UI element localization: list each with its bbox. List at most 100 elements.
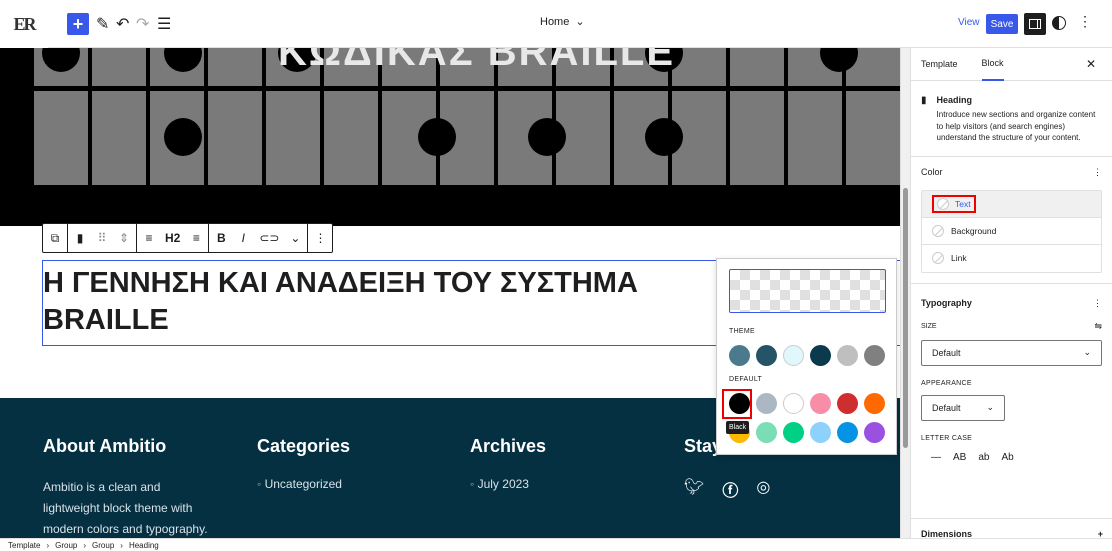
color-swatch[interactable] [783, 345, 804, 366]
color-swatch[interactable] [864, 345, 885, 366]
canvas-scrollbar[interactable] [900, 48, 910, 538]
braille-cell [208, 91, 262, 185]
theme-palette [729, 345, 885, 366]
color-swatch[interactable] [810, 422, 831, 443]
heading-level-button[interactable]: H2 [165, 231, 180, 245]
color-item-link[interactable]: Link [922, 245, 1101, 272]
close-icon[interactable]: ✕ [1086, 57, 1096, 71]
color-swatch[interactable] [756, 345, 777, 366]
braille-cell [34, 91, 88, 185]
instagram-icon[interactable]: ◎ [756, 477, 770, 501]
tab-template[interactable]: Template [921, 48, 958, 81]
dimensions-panel: Dimensions + [911, 518, 1112, 538]
color-swatch[interactable] [783, 393, 804, 414]
color-swatch[interactable] [837, 422, 858, 443]
case-uppercase-button[interactable]: AB [953, 452, 966, 463]
chevron-down-icon[interactable]: ⌄ [289, 231, 301, 245]
add-block-button[interactable]: + [67, 13, 89, 35]
save-button[interactable]: Save [986, 14, 1018, 34]
drag-handle-icon[interactable]: ⠿ [96, 231, 108, 245]
document-title[interactable]: Home ⌄ [540, 15, 585, 29]
styles-contrast-icon[interactable] [1052, 16, 1066, 30]
move-up-down-icon[interactable]: ⇕ [118, 231, 130, 245]
color-preview-swatch[interactable] [729, 269, 886, 313]
braille-cell [846, 91, 900, 185]
footer-about-text-1: Ambitio is a clean and [43, 480, 161, 494]
color-swatch[interactable] [783, 422, 804, 443]
bookmark-icon[interactable]: ▮ [74, 231, 86, 245]
appearance-select[interactable]: Default ⌄ [921, 394, 1005, 421]
block-options-icon[interactable]: ⋮ [314, 231, 326, 245]
case-none-button[interactable]: — [931, 452, 941, 463]
color-options-icon[interactable]: ⋮ [1093, 167, 1102, 178]
braille-cell [92, 48, 146, 86]
block-card: ▮ Heading Introduce new sections and org… [911, 81, 1112, 157]
text-align-icon[interactable]: ≡ [190, 231, 202, 245]
scrollbar-thumb[interactable] [903, 188, 908, 448]
color-item-link-label: Link [951, 253, 967, 263]
color-swatch[interactable] [837, 345, 858, 366]
align-icon[interactable]: ≡ [143, 231, 155, 245]
color-swatch[interactable] [729, 345, 750, 366]
color-swatch[interactable] [756, 393, 777, 414]
color-swatch[interactable] [810, 393, 831, 414]
breadcrumb: Template › Group › Group › Heading [0, 538, 1112, 551]
color-swatch[interactable] [810, 345, 831, 366]
default-palette-row-1 [729, 393, 885, 414]
color-item-background-label: Background [951, 225, 997, 236]
breadcrumb-item[interactable]: Group [92, 541, 114, 550]
braille-dot [164, 118, 202, 156]
footer-about-column: About Ambitio Ambitio is a clean and lig… [43, 436, 208, 538]
color-swatch[interactable] [864, 393, 885, 414]
text-color-popover: THEME DEFAULT Black [716, 258, 897, 455]
select-parent-icon[interactable]: ⧉ [49, 231, 61, 246]
tab-block[interactable]: Block [981, 48, 1004, 81]
color-swatch[interactable] [837, 393, 858, 414]
swatch-tooltip: Black [726, 421, 750, 434]
size-settings-icon[interactable]: ⇋ [1094, 321, 1102, 332]
case-capitalize-button[interactable]: Ab [1001, 452, 1013, 463]
breadcrumb-item[interactable]: Group [55, 541, 77, 550]
default-palette-label: DEFAULT [729, 376, 763, 383]
redo-icon[interactable]: ↷ [136, 12, 149, 36]
braille-cover-title: ΚΩΔΙΚΑΣ BRAILLE [278, 48, 676, 74]
bold-icon[interactable]: B [215, 231, 227, 245]
empty-swatch-icon [932, 224, 944, 237]
typography-options-icon[interactable]: ⋮ [1093, 298, 1102, 309]
facebook-icon[interactable]: ⓕ [722, 477, 738, 501]
highlight-box: Text [932, 194, 976, 213]
social-links: 🐦︎ ⓕ ◎ [684, 477, 797, 501]
color-item-background[interactable]: Background [922, 218, 1101, 245]
breadcrumb-item[interactable]: Template [8, 541, 40, 550]
chevron-right-icon: › [120, 540, 123, 550]
italic-icon[interactable]: I [237, 231, 249, 245]
braille-dot [418, 118, 456, 156]
color-item-text[interactable]: Text [922, 190, 1101, 218]
footer-archive-link[interactable]: July 2023 [470, 477, 546, 491]
site-logo[interactable]: ER [0, 0, 48, 48]
color-swatch[interactable] [756, 422, 777, 443]
undo-icon[interactable]: ↶ [116, 12, 129, 36]
footer-category-link[interactable]: Uncategorized [257, 477, 350, 491]
color-swatch[interactable] [864, 422, 885, 443]
tools-pencil-icon[interactable]: ✎ [96, 12, 109, 36]
case-lowercase-button[interactable]: ab [978, 452, 989, 463]
block-toolbar: ⧉ ▮ ⠿ ⇕ ≡ H2 ≡ B I ⊂⊃ ⌄ ⋮ [42, 223, 334, 253]
footer-archives-title: Archives [470, 436, 547, 456]
color-item-text-label: Text [955, 198, 971, 209]
add-dimension-icon[interactable]: + [1098, 529, 1103, 538]
chevron-down-icon: ⌄ [575, 16, 585, 28]
link-icon[interactable]: ⊂⊃ [259, 231, 279, 245]
chevron-right-icon: › [46, 540, 50, 550]
toolbar-group-format: B I ⊂⊃ ⌄ [209, 224, 309, 252]
view-button[interactable]: View [958, 17, 980, 28]
breadcrumb-item: Heading [128, 540, 159, 550]
list-view-icon[interactable]: ☰ [157, 12, 171, 36]
toolbar-group-parent: ⧉ [43, 224, 68, 252]
sidebar-icon [1029, 19, 1041, 29]
options-more-icon[interactable]: ⋮ [1078, 13, 1092, 30]
settings-panel-toggle[interactable] [1024, 13, 1046, 35]
footer-about-text-2: lightweight block theme with [43, 501, 193, 515]
twitter-icon[interactable]: 🐦︎ [684, 477, 704, 501]
font-size-select[interactable]: Default ⌄ [921, 339, 1102, 366]
